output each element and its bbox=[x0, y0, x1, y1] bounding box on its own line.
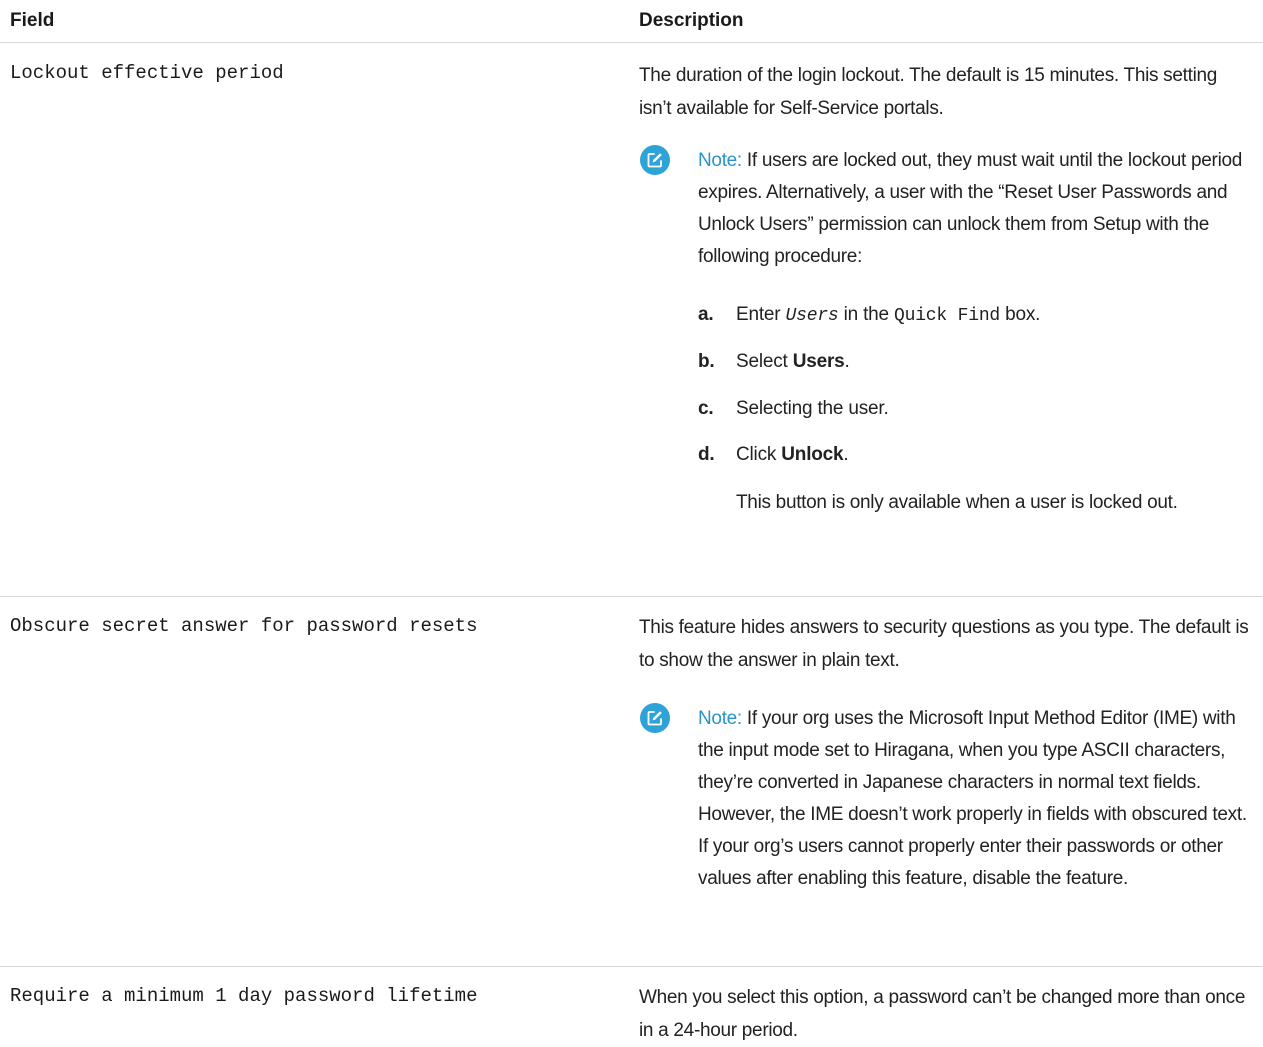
step-text: Enter bbox=[736, 304, 781, 325]
note-text: If your org uses the Microsoft Input Met… bbox=[698, 708, 1247, 889]
list-item: c. Selecting the user. bbox=[698, 398, 889, 420]
list-item: a. Enter Users in the Quick Find box. bbox=[698, 304, 1040, 326]
row-divider bbox=[0, 596, 1263, 597]
note-text: If users are locked out, they must wait … bbox=[698, 150, 1243, 267]
step-text: . bbox=[843, 444, 849, 465]
step-bold: Users bbox=[792, 351, 845, 372]
note: Note: If your org uses the Microsoft Inp… bbox=[698, 703, 1253, 895]
field-name: Require a minimum 1 day password lifetim… bbox=[10, 985, 478, 1007]
header-description: Description bbox=[639, 10, 744, 31]
step-text: Selecting the user. bbox=[736, 398, 889, 419]
step-letter: c. bbox=[698, 398, 714, 419]
field-description: The duration of the login lockout. The d… bbox=[639, 65, 1218, 119]
step-note: This button is only available when a use… bbox=[736, 492, 1178, 513]
step-text: . bbox=[844, 351, 850, 372]
step-letter: a. bbox=[698, 304, 714, 325]
step-text: in the bbox=[843, 304, 889, 325]
step-letter: b. bbox=[698, 351, 715, 372]
edit-note-icon bbox=[640, 145, 670, 175]
list-item: b. Select Users. bbox=[698, 351, 850, 373]
step-code: Users bbox=[785, 306, 839, 326]
field-name: Obscure secret answer for password reset… bbox=[10, 615, 478, 637]
field-description: This feature hides answers to security q… bbox=[639, 617, 1249, 671]
note: Note: If users are locked out, they must… bbox=[698, 145, 1253, 273]
step-code: Quick Find bbox=[894, 306, 1001, 326]
step-bold: Unlock bbox=[781, 444, 844, 465]
field-name: Lockout effective period bbox=[10, 62, 284, 84]
table-header: Field Description bbox=[0, 0, 1263, 43]
step-text: Click bbox=[736, 444, 777, 465]
field-description: When you select this option, a password … bbox=[639, 987, 1246, 1041]
list-item: d. Click Unlock. bbox=[698, 444, 849, 466]
step-text: Select bbox=[736, 351, 788, 372]
row-divider bbox=[0, 966, 1263, 967]
header-field: Field bbox=[10, 10, 55, 31]
note-label: Note: bbox=[698, 150, 742, 171]
step-text: box. bbox=[1005, 304, 1041, 325]
edit-note-icon bbox=[640, 703, 670, 733]
step-letter: d. bbox=[698, 444, 715, 465]
note-label: Note: bbox=[698, 708, 742, 729]
